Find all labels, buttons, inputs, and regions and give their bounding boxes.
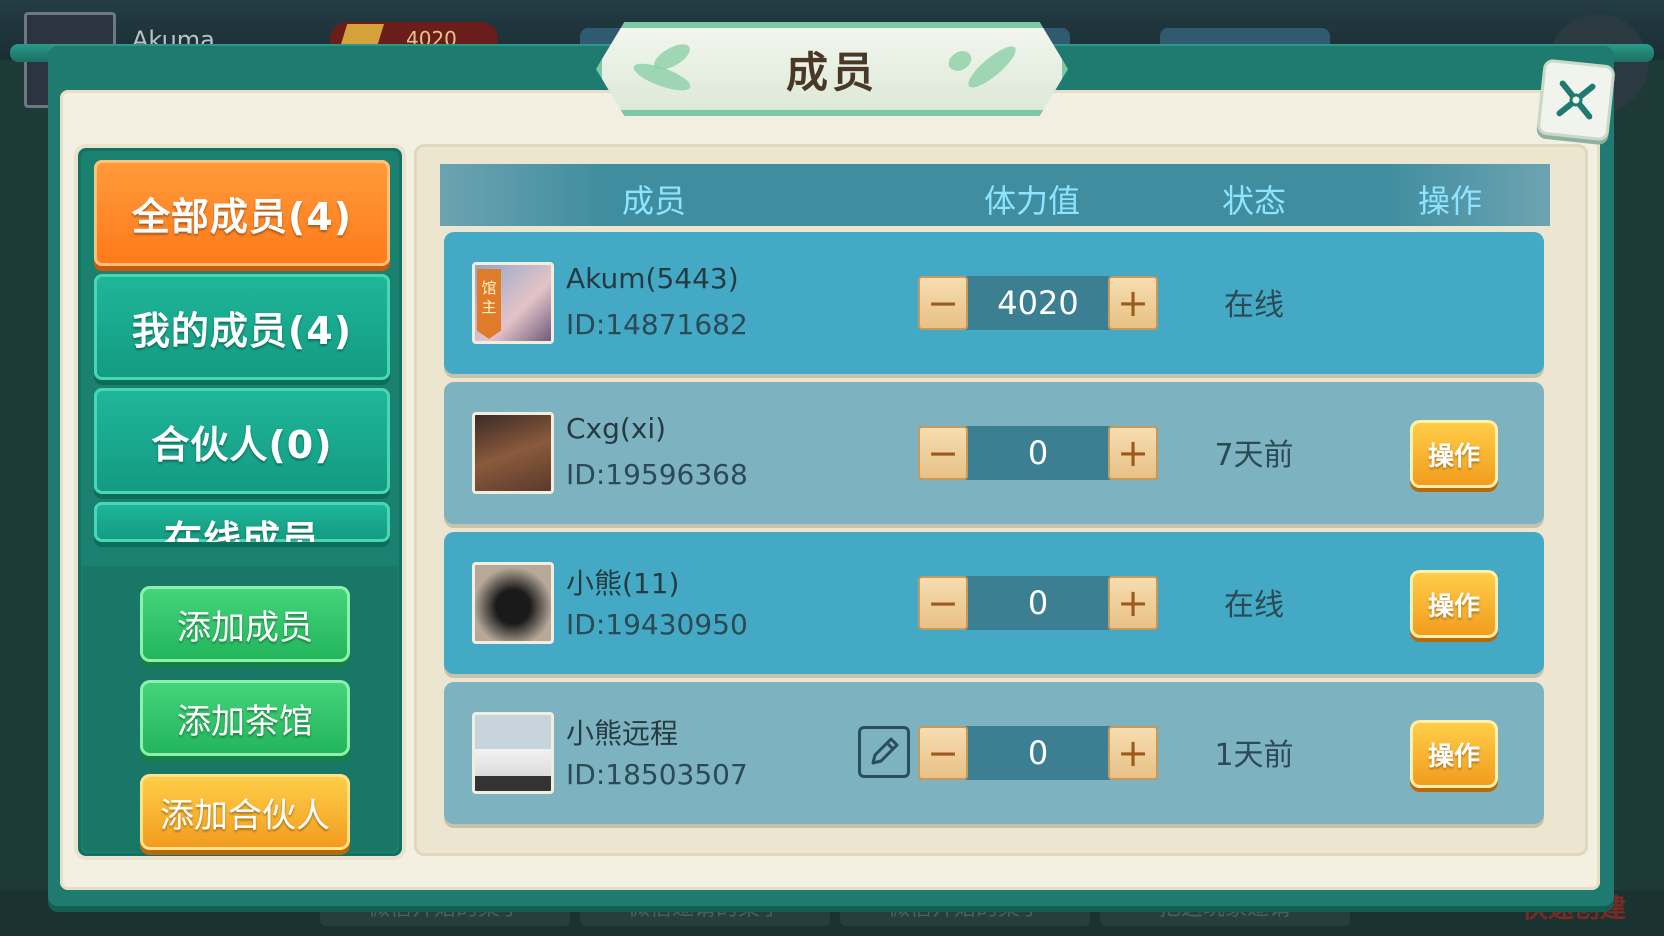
stamina-stepper: − 4020 +	[918, 276, 1158, 330]
stamina-stepper: − 0 +	[918, 726, 1158, 780]
table-row: Cxg(xi) ID:19596368 − 0 + 7天前 操作	[444, 382, 1544, 524]
member-action-button[interactable]: 操作	[1410, 420, 1498, 488]
header-member: 成员	[622, 182, 687, 220]
member-status: 在线	[1224, 588, 1284, 623]
add-teahouse-button[interactable]: 添加茶馆	[140, 680, 350, 756]
stamina-stepper: − 0 +	[918, 576, 1158, 630]
stamina-stepper: − 0 +	[918, 426, 1158, 480]
close-icon	[1556, 80, 1596, 120]
leaf-decoration-icon	[963, 40, 1021, 94]
sidebar: 全部成员(4) 我的成员(4) 合伙人(0) 在线成员 添加成员 添加茶馆 添加…	[74, 144, 406, 860]
header-status: 状态	[1222, 182, 1287, 220]
stamina-decrease-button[interactable]: −	[918, 576, 968, 630]
header-stamina: 体力值	[984, 182, 1081, 220]
avatar	[472, 712, 554, 794]
edit-stamina-button[interactable]	[858, 726, 910, 778]
stamina-increase-button[interactable]: +	[1108, 276, 1158, 330]
member-name: Akum(5443)	[566, 262, 739, 295]
stamina-increase-button[interactable]: +	[1108, 726, 1158, 780]
stamina-value: 0	[1027, 734, 1049, 772]
member-id: ID:19596368	[566, 458, 748, 491]
dialog-title-banner: 成员	[596, 22, 1068, 116]
tab-all-members[interactable]: 全部成员(4)	[94, 160, 390, 266]
stamina-increase-button[interactable]: +	[1108, 576, 1158, 630]
member-action-button[interactable]: 操作	[1410, 720, 1498, 788]
member-name: 小熊(11)	[566, 567, 680, 600]
tab-partners[interactable]: 合伙人(0)	[94, 388, 390, 494]
stamina-value: 4020	[997, 284, 1079, 322]
member-status: 在线	[1224, 288, 1284, 323]
sidebar-actions-area: 添加成员 添加茶馆 添加合伙人	[82, 566, 398, 852]
tab-online-members-label: 在线成员	[163, 518, 320, 542]
table-row: 小熊(11) ID:19430950 − 0 + 在线 操作	[444, 532, 1544, 674]
member-id: ID:14871682	[566, 308, 748, 341]
stamina-value: 0	[1027, 584, 1049, 622]
avatar	[472, 562, 554, 644]
stamina-decrease-button[interactable]: −	[918, 426, 968, 480]
member-action-button[interactable]: 操作	[1410, 570, 1498, 638]
avatar	[472, 412, 554, 494]
table-row: 小熊远程 ID:18503507 − 0 + 1天前 操作	[444, 682, 1544, 824]
header-action: 操作	[1418, 182, 1483, 220]
leaf-decoration-icon	[945, 47, 975, 75]
leaf-decoration-icon	[650, 39, 694, 75]
tab-online-members[interactable]: 在线成员	[94, 502, 390, 542]
table-header: 成员 体力值 状态 操作	[440, 164, 1550, 226]
tab-my-members[interactable]: 我的成员(4)	[94, 274, 390, 380]
pencil-icon	[871, 737, 899, 765]
add-member-button[interactable]: 添加成员	[140, 586, 350, 662]
member-name: 小熊远程	[566, 717, 679, 750]
stamina-decrease-button[interactable]: −	[918, 276, 968, 330]
member-status: 7天前	[1214, 438, 1294, 473]
dialog-title: 成员	[785, 47, 878, 97]
add-partner-button[interactable]: 添加合伙人	[140, 774, 350, 850]
stamina-decrease-button[interactable]: −	[918, 726, 968, 780]
member-id: ID:19430950	[566, 608, 748, 641]
close-button[interactable]	[1536, 58, 1616, 142]
table-row: 馆主 Akum(5443) ID:14871682 − 4020 + 在线	[444, 232, 1544, 374]
member-status: 1天前	[1214, 738, 1294, 773]
member-name: Cxg(xi)	[566, 412, 667, 445]
host-badge-label: 馆主	[481, 279, 497, 316]
host-badge: 馆主	[477, 269, 501, 339]
stamina-value: 0	[1027, 434, 1049, 472]
member-id: ID:18503507	[566, 758, 748, 791]
stamina-increase-button[interactable]: +	[1108, 426, 1158, 480]
avatar: 馆主	[472, 262, 554, 344]
